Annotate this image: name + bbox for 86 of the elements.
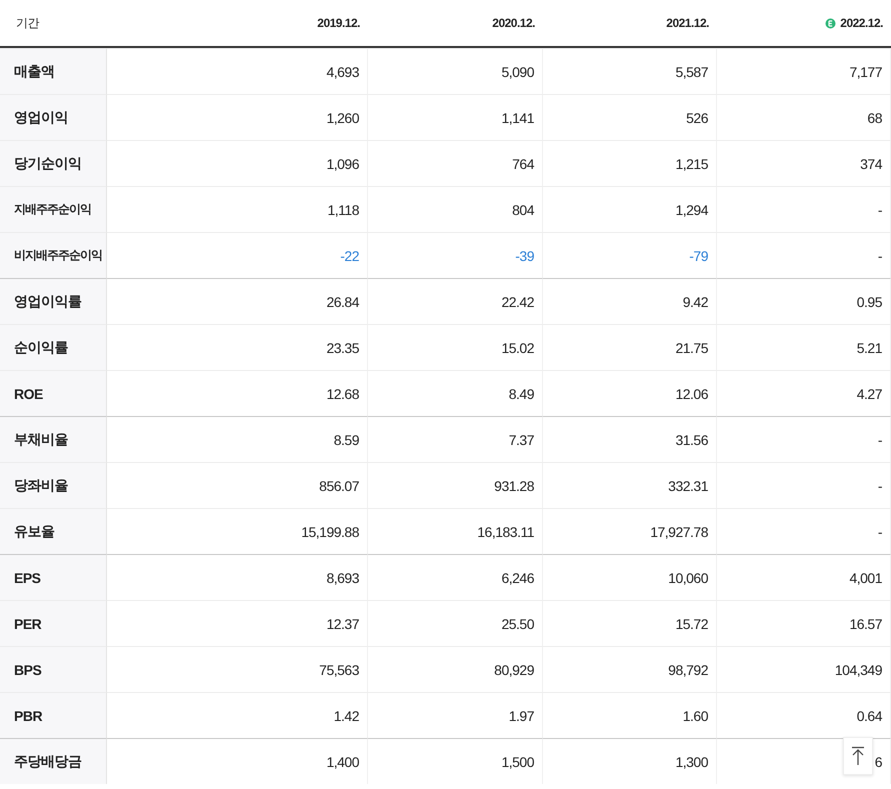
table-cell: 12.06 [543, 370, 717, 416]
table-cell: 98,792 [543, 646, 717, 692]
table-cell: 80,929 [368, 646, 543, 692]
table-cell: 0.95 [717, 278, 891, 324]
table-cell: 1,096 [107, 140, 368, 186]
row-header: ROE [0, 370, 107, 416]
table-cell: 1,300 [543, 738, 717, 784]
row-header: 비지배주주순이익 [0, 232, 107, 278]
table-cell: 12.37 [107, 600, 368, 646]
table-cell: 1,118 [107, 186, 368, 232]
table-cell: 9.42 [543, 278, 717, 324]
table-cell: 10,060 [543, 554, 717, 600]
row-header: 영업이익률 [0, 278, 107, 324]
table-cell: 1,400 [107, 738, 368, 784]
table-cell: 1,294 [543, 186, 717, 232]
column-header: 기간 [16, 14, 39, 32]
table-cell: 8,693 [107, 554, 368, 600]
table-cell: 1,215 [543, 140, 717, 186]
table-cell: 764 [368, 140, 543, 186]
row-header: 당기순이익 [0, 140, 107, 186]
table-cell: 16,183.11 [368, 508, 543, 554]
table-cell: 7.37 [368, 416, 543, 462]
table-cell: 31.56 [543, 416, 717, 462]
table-cell: 25.50 [368, 600, 543, 646]
table-cell: 1,260 [107, 94, 368, 140]
table-cell: 26.84 [107, 278, 368, 324]
arrow-up-icon [851, 746, 865, 766]
table-cell: 15.72 [543, 600, 717, 646]
table-cell: 8.59 [107, 416, 368, 462]
row-header: PER [0, 600, 107, 646]
table-cell: 4,693 [107, 48, 368, 94]
table-cell: 7,177 [717, 48, 891, 94]
table-cell: -79 [543, 232, 717, 278]
table-cell: 23.35 [107, 324, 368, 370]
table-cell: 104,349 [717, 646, 891, 692]
table-cell: - [717, 186, 891, 232]
estimate-icon [825, 18, 836, 28]
table-cell: 4.27 [717, 370, 891, 416]
row-header: PBR [0, 692, 107, 738]
table-cell: 17,927.78 [543, 508, 717, 554]
table-cell: -22 [107, 232, 368, 278]
row-header: 부채비율 [0, 416, 107, 462]
table-cell: -39 [368, 232, 543, 278]
table-cell: - [717, 232, 891, 278]
row-header: 당좌비율 [0, 462, 107, 508]
table-cell: 68 [717, 94, 891, 140]
table-cell: 856.07 [107, 462, 368, 508]
table-cell: 12.68 [107, 370, 368, 416]
table-cell: 1,500 [368, 738, 543, 784]
column-header: 2020.12. [492, 16, 535, 30]
table-cell: 15,199.88 [107, 508, 368, 554]
table-cell: 1.97 [368, 692, 543, 738]
table-cell: 1,141 [368, 94, 543, 140]
column-header: 2022.12. [840, 16, 883, 30]
row-header: EPS [0, 554, 107, 600]
row-header: 주당배당금 [0, 738, 107, 784]
row-header: BPS [0, 646, 107, 692]
table-cell: 5,090 [368, 48, 543, 94]
table-cell: 332.31 [543, 462, 717, 508]
table-cell: 21.75 [543, 324, 717, 370]
table-cell: - [717, 416, 891, 462]
table-cell: 5,587 [543, 48, 717, 94]
table-cell: 6,246 [368, 554, 543, 600]
table-cell: 374 [717, 140, 891, 186]
table-cell: 804 [368, 186, 543, 232]
table-cell: 5.21 [717, 324, 891, 370]
table-cell: 22.42 [368, 278, 543, 324]
table-cell: 931.28 [368, 462, 543, 508]
table-cell: 1.42 [107, 692, 368, 738]
table-cell: 75,563 [107, 646, 368, 692]
table-cell: 1.60 [543, 692, 717, 738]
row-header: 영업이익 [0, 94, 107, 140]
row-header: 매출액 [0, 48, 107, 94]
column-header: 2021.12. [666, 16, 709, 30]
row-header: 유보율 [0, 508, 107, 554]
table-cell: 16.57 [717, 600, 891, 646]
row-header: 지배주주순이익 [0, 186, 107, 232]
table-cell: - [717, 462, 891, 508]
column-header: 2019.12. [317, 16, 360, 30]
table-cell: 8.49 [368, 370, 543, 416]
table-cell: 4,001 [717, 554, 891, 600]
scroll-to-top-button[interactable] [843, 737, 873, 775]
table-cell: - [717, 508, 891, 554]
row-header: 순이익률 [0, 324, 107, 370]
table-cell: 15.02 [368, 324, 543, 370]
table-cell: 526 [543, 94, 717, 140]
